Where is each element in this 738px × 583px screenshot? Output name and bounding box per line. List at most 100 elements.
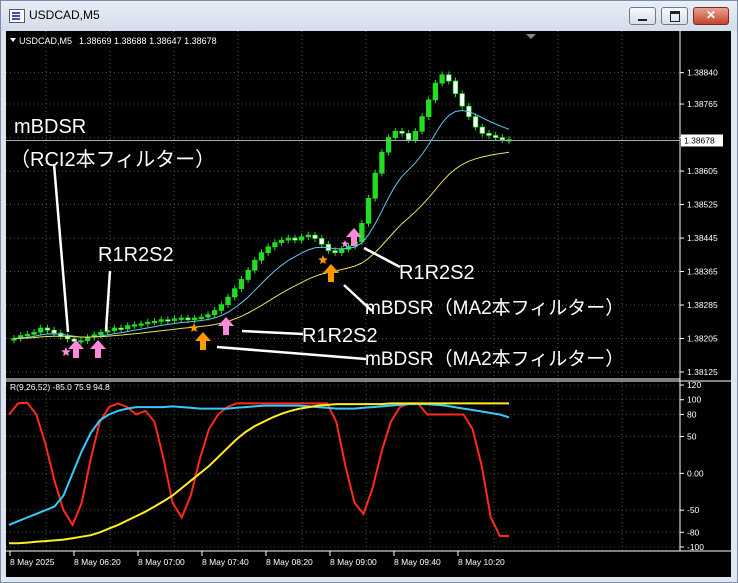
candle-body — [278, 239, 285, 243]
candle-body — [125, 325, 131, 330]
candle-body — [372, 172, 378, 199]
candle-body — [492, 135, 499, 138]
time-tick-label: 8 May 2025 — [10, 557, 55, 567]
candle-body — [225, 296, 231, 305]
time-tick-label: 8 May 07:40 — [202, 557, 249, 567]
price-tick-label: 1.38125 — [687, 367, 718, 377]
price-tick-label: 1.38205 — [687, 334, 718, 344]
candle-body — [138, 323, 144, 326]
candle-body — [379, 151, 385, 174]
candle-body — [412, 130, 419, 140]
annotation-rci-filter: （RCI2本フィルター） — [10, 149, 216, 171]
candle-body — [305, 234, 311, 238]
ohlc-readout: 1.38669 1.38688 1.38647 1.38678 — [79, 36, 217, 46]
price-tick-label: 1.38605 — [687, 166, 718, 176]
candle-body — [178, 317, 184, 320]
candle-body — [98, 331, 104, 336]
close-button[interactable] — [693, 7, 729, 25]
candle-body — [359, 223, 365, 243]
candle-body — [319, 238, 325, 245]
candle-body — [479, 126, 485, 134]
candle-body — [472, 116, 479, 128]
price-tick-label: 1.38765 — [687, 99, 718, 109]
candle-body — [151, 320, 158, 324]
candle-body — [131, 324, 138, 327]
maximize-button[interactable] — [661, 7, 688, 25]
candle-body — [258, 252, 265, 261]
candle-body — [44, 327, 51, 331]
candle-body — [252, 259, 258, 271]
candle-body — [419, 116, 425, 132]
candle-body — [385, 137, 392, 153]
candle-body — [118, 327, 124, 330]
candle-body — [232, 288, 238, 298]
indicator-tick-label: 50 — [687, 432, 697, 442]
time-tick-label: 8 May 10:20 — [458, 557, 505, 567]
time-tick-label: 8 May 09:00 — [330, 557, 377, 567]
time-tick-label: 8 May 06:20 — [74, 557, 121, 567]
annotation-r1r2s2-middle: R1R2S2 — [302, 325, 378, 347]
candle-body — [51, 329, 57, 334]
candle-body — [486, 133, 492, 136]
candle-body — [298, 236, 305, 241]
candle-body — [84, 336, 91, 341]
candle-body — [459, 93, 465, 107]
candle-body — [432, 82, 439, 101]
window-title-bar[interactable]: USDCAD,M5 — [1, 1, 737, 31]
indicator-tick-label: 100 — [687, 395, 701, 405]
candle-body — [272, 242, 278, 248]
annotation-r1r2s2-left: R1R2S2 — [98, 244, 174, 266]
candle-body — [111, 327, 117, 331]
candle-body — [439, 74, 445, 84]
candle-body — [265, 246, 271, 254]
minimize-button[interactable] — [629, 7, 656, 25]
candle-body — [24, 333, 31, 337]
candle-body — [198, 316, 204, 320]
price-tick-label: 1.38445 — [687, 233, 718, 243]
candle-body — [145, 321, 151, 325]
annotation-mbdsr: mBDSR — [14, 116, 87, 138]
candle-body — [446, 74, 452, 82]
time-tick-label: 8 May 08:20 — [266, 557, 313, 567]
indicator-tick-label: 0.00 — [687, 468, 704, 478]
candle-body — [185, 317, 191, 321]
candle-body — [399, 130, 405, 134]
time-tick-label: 8 May 09:40 — [394, 557, 441, 567]
candle-body — [406, 133, 412, 140]
candle-body — [191, 317, 198, 321]
indicator-tick-label: -100 — [687, 542, 704, 552]
chart-window-icon — [9, 9, 25, 23]
candle-body — [238, 279, 245, 290]
time-tick-label: 8 May 07:00 — [138, 557, 185, 567]
symbol-label: USDCAD,M5 — [19, 36, 72, 46]
window-title: USDCAD,M5 — [29, 8, 100, 22]
candle-body — [499, 137, 505, 140]
candle-body — [312, 234, 318, 239]
candle-body — [38, 327, 44, 333]
indicator-tick-label: 80 — [687, 409, 697, 419]
candle-body — [218, 304, 225, 311]
candle-body — [332, 250, 338, 254]
candle-body — [171, 318, 178, 321]
price-tick-label: 1.38285 — [687, 300, 718, 310]
price-tick-label: 1.38525 — [687, 200, 718, 210]
candle-body — [365, 197, 372, 224]
candle-body — [392, 130, 398, 138]
candle-body — [285, 237, 291, 241]
candle-body — [339, 248, 345, 254]
candle-body — [205, 314, 211, 318]
svg-text:1.38678: 1.38678 — [684, 135, 715, 145]
candle-body — [78, 340, 84, 343]
candle-body — [31, 331, 37, 335]
indicator-tick-label: 120 — [687, 380, 701, 390]
candle-body — [292, 237, 298, 241]
last-price-tag: 1.38678 — [681, 134, 723, 147]
indicator-tick-label: -50 — [687, 505, 700, 515]
indicator-label: R(9,26,52) -85.0 75.9 94.8 — [10, 382, 110, 392]
candle-body — [426, 99, 432, 117]
price-tick-label: 1.38840 — [687, 68, 718, 78]
price-tick-label: 1.38365 — [687, 267, 718, 277]
candle-body — [452, 80, 459, 94]
annotation-mbdsr-ma-upper: mBDSR（MA2本フィルター） — [365, 298, 625, 319]
candle-body — [245, 269, 251, 280]
